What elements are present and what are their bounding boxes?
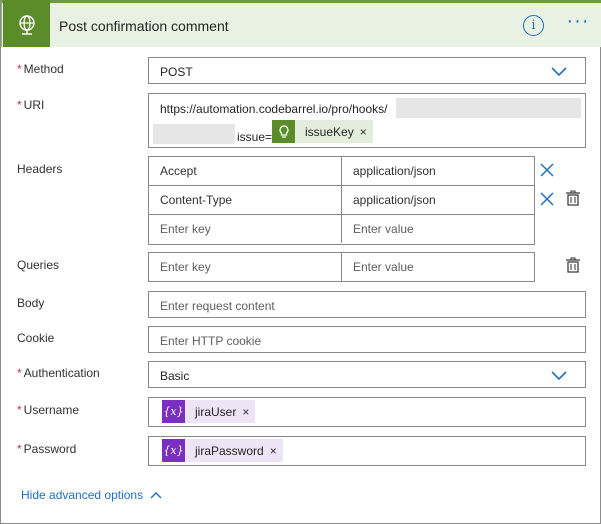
chevron-up-icon [150,492,162,499]
header-value-input[interactable]: Enter value [342,215,534,243]
body-placeholder: Enter request content [160,299,275,313]
body-input[interactable]: Enter request content [148,291,586,318]
card-title: Post confirmation comment [59,18,229,34]
token-label: jiraUser [195,404,237,419]
username-input[interactable]: {x} jiraUser × [148,397,586,427]
close-icon[interactable] [539,162,555,178]
switch-to-text-icon[interactable] [565,190,581,206]
headers-table: Accept application/json Content-Type app… [148,156,535,245]
jirapassword-token[interactable]: {x} jiraPassword × [162,439,283,462]
card-header[interactable]: Post confirmation comment i ··· [1,0,601,47]
remove-token-button[interactable]: × [242,405,255,419]
method-label: * Method [17,62,64,76]
header-key-cell[interactable]: Accept [149,157,342,185]
table-row: Enter key Enter value [149,253,534,282]
jirauser-token[interactable]: {x} jiraUser × [162,400,256,423]
password-input[interactable]: {x} jiraPassword × [148,436,586,466]
query-key-input[interactable]: Enter key [149,253,342,281]
advanced-label: Hide advanced options [21,488,144,502]
bulb-icon [272,120,295,143]
queries-table: Enter key Enter value [148,252,535,282]
close-icon[interactable] [539,191,555,207]
query-value-input[interactable]: Enter value [342,253,534,281]
cookie-label: Cookie [17,331,55,345]
switch-to-text-icon[interactable] [565,257,581,273]
authentication-select[interactable]: Basic [148,361,586,388]
info-button[interactable]: i [523,15,544,36]
hide-advanced-options-link[interactable]: Hide advanced options [21,488,162,502]
variable-icon: {x} [162,439,185,462]
authentication-value: Basic [160,369,190,383]
headers-label: Headers [17,162,63,176]
cookie-placeholder: Enter HTTP cookie [160,334,262,348]
uri-label: * URI [17,98,45,112]
authentication-label: * Authentication [17,366,100,380]
uri-input[interactable]: https://automation.codebarrel.io/pro/hoo… [148,93,586,148]
table-row: Accept application/json [149,157,534,186]
table-row: Content-Type application/json [149,186,534,215]
action-card: Post confirmation comment i ··· * Method … [0,0,601,524]
header-value-cell[interactable]: application/json [342,186,534,214]
chevron-down-icon [551,371,567,381]
method-value: POST [160,65,193,79]
body-label: Body [17,296,45,310]
chevron-down-icon [551,67,567,77]
table-row: Enter key Enter value [149,215,534,244]
redacted-block [153,124,235,144]
remove-token-button[interactable]: × [270,444,283,458]
token-label: issueKey [305,124,354,139]
method-select[interactable]: POST [148,57,586,84]
globe-icon [3,0,50,47]
issuekey-token[interactable]: issueKey × [272,120,373,143]
username-label: * Username [17,403,80,417]
redacted-block [396,98,581,118]
remove-token-button[interactable]: × [360,125,373,139]
uri-text: https://automation.codebarrel.io/pro/hoo… [160,102,388,116]
uri-query-text: issue= [237,130,273,144]
header-value-cell[interactable]: application/json [342,157,534,185]
variable-icon: {x} [162,400,185,423]
password-label: * Password [17,442,77,456]
more-options-button[interactable]: ··· [566,11,590,36]
header-key-cell[interactable]: Content-Type [149,186,342,214]
token-label: jiraPassword [195,443,264,458]
header-key-input[interactable]: Enter key [149,215,342,243]
cookie-input[interactable]: Enter HTTP cookie [148,326,586,353]
queries-label: Queries [17,258,60,272]
